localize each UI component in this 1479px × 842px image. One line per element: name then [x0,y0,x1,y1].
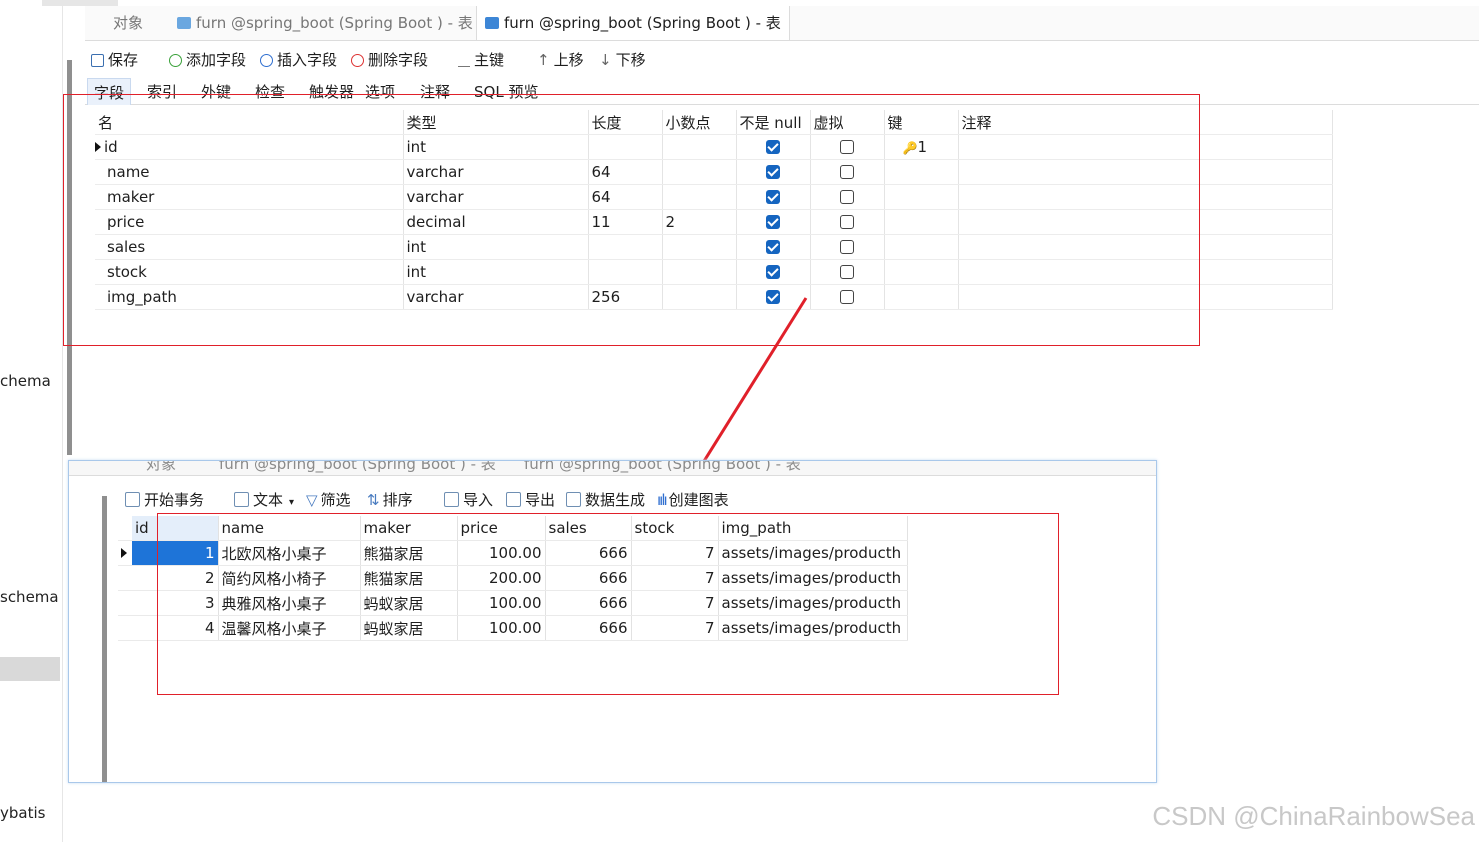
import-icon [444,492,459,507]
row-marker-header [118,516,132,541]
annotation-red-box-data [157,513,1059,695]
sort-icon: ⇅ [367,491,380,509]
data-tab-furn-1[interactable]: furn @spring_boot (Spring Boot ) - 表 [219,461,496,474]
data-tab-bar: 对象 furn @spring_boot (Spring Boot ) - 表 … [69,461,1156,476]
generate-icon [566,492,581,507]
chart-icon: ıılı [657,491,668,509]
data-scrollbar[interactable] [102,496,107,782]
transaction-icon [125,492,140,507]
row-marker-cell[interactable] [118,540,132,566]
sort-button[interactable]: ⇅ 排序 [367,489,413,511]
filter-button[interactable]: ▽ 筛选 [306,489,351,511]
text-view-button[interactable]: 文本 ▾ [234,489,294,511]
data-tab-furn-2[interactable]: furn @spring_boot (Spring Boot ) - 表 [524,461,801,474]
current-row-marker-icon [121,548,127,558]
data-view-panel: 对象 furn @spring_boot (Spring Boot ) - 表 … [68,460,1157,783]
create-chart-button[interactable]: ıılı 创建图表 [657,489,729,511]
data-generation-button[interactable]: 数据生成 [566,489,645,511]
text-icon [234,492,249,507]
export-button[interactable]: 导出 [506,489,555,511]
export-icon [506,492,521,507]
chevron-down-icon: ▾ [289,497,295,508]
row-marker-cell[interactable] [118,615,132,641]
begin-transaction-button[interactable]: 开始事务 [125,489,204,511]
row-marker-cell[interactable] [118,565,132,591]
data-tab-objects[interactable]: 对象 [146,461,176,474]
watermark: CSDN @ChinaRainbowSea [1152,801,1475,831]
row-marker-cell[interactable] [118,590,132,616]
filter-icon: ▽ [306,491,318,509]
import-button[interactable]: 导入 [444,489,493,511]
